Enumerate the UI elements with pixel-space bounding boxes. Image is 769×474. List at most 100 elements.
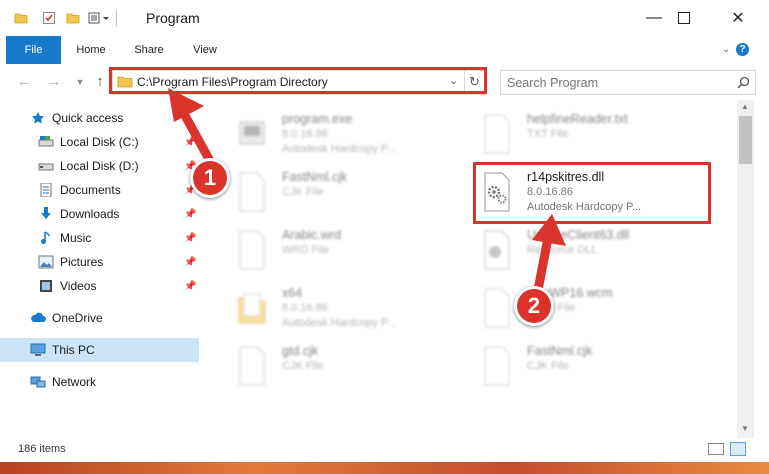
- pin-icon[interactable]: 📌: [184, 257, 196, 268]
- file-list: program.exe 8.0.16.86 Autodesk Hardcopy …: [210, 100, 737, 438]
- nav-downloads[interactable]: Downloads 📌: [0, 202, 200, 226]
- star-icon: [31, 111, 45, 124]
- nav-label: OneDrive: [52, 311, 103, 325]
- forward-button[interactable]: →: [44, 72, 64, 92]
- search-input[interactable]: [501, 71, 739, 94]
- expand-ribbon-icon[interactable]: ⌄: [722, 44, 730, 55]
- file-name: x64: [282, 286, 303, 300]
- up-arrow-icon: ↑: [96, 73, 104, 90]
- file-detail: CJK File: [527, 360, 569, 372]
- forward-arrow-icon: →: [46, 73, 62, 90]
- document-icon: [239, 230, 265, 270]
- large-icons-view-icon[interactable]: [730, 442, 746, 456]
- videos-icon: [40, 280, 52, 292]
- tab-home[interactable]: Home: [68, 36, 114, 64]
- back-arrow-icon: ←: [16, 73, 32, 90]
- up-button[interactable]: ↑: [90, 72, 110, 92]
- nav-label: Local Disk (C:): [60, 135, 139, 149]
- minimize-icon: —: [646, 9, 662, 26]
- file-detail: 8.0.16.86: [282, 128, 328, 140]
- tab-share[interactable]: Share: [126, 36, 172, 64]
- scroll-up-icon[interactable]: ▲: [741, 102, 749, 111]
- nav-label: Documents: [60, 183, 121, 197]
- pictures-icon: [38, 255, 54, 269]
- file-detail: CJK File: [282, 360, 324, 372]
- computer-icon: [30, 343, 46, 356]
- back-button[interactable]: ←: [14, 72, 34, 92]
- nav-label: Pictures: [60, 255, 104, 269]
- nav-onedrive[interactable]: OneDrive: [0, 306, 200, 330]
- file-item[interactable]: FastNml.cjk CJK File: [465, 340, 695, 398]
- file-description: Autodesk Hardcopy P...: [282, 317, 397, 329]
- maximize-button[interactable]: [661, 0, 707, 36]
- step-badge-2: 2: [514, 286, 554, 326]
- new-folder-icon[interactable]: [66, 11, 80, 25]
- file-name: gtd.cjk: [282, 344, 319, 358]
- nav-label: Network: [52, 375, 97, 389]
- title-bar: Program — ✕: [0, 0, 769, 36]
- file-item[interactable]: helpfineReader.txt TXT File: [465, 108, 695, 166]
- drive-icon: [38, 136, 54, 147]
- vertical-scrollbar[interactable]: ▲ ▼: [737, 100, 754, 438]
- document-icon: [239, 346, 265, 386]
- nav-network[interactable]: Network: [0, 370, 200, 394]
- ribbon-tabs: File Home Share View ⌄ ?: [0, 36, 769, 94]
- desktop-background: [0, 462, 769, 474]
- search-box[interactable]: [500, 70, 756, 95]
- file-detail: TXT File: [527, 128, 569, 140]
- recent-locations-button[interactable]: ▼: [70, 72, 90, 92]
- pin-icon[interactable]: 📌: [184, 281, 196, 292]
- document-icon: [484, 114, 510, 154]
- music-icon: [41, 231, 50, 244]
- file-item[interactable]: Arabic.wrd WRD File: [220, 224, 450, 282]
- document-icon: [484, 346, 510, 386]
- window-title: Program: [146, 10, 200, 26]
- network-icon: [30, 376, 46, 388]
- scroll-down-icon[interactable]: ▼: [741, 424, 749, 433]
- file-name: FastNml.cjk: [282, 170, 348, 184]
- nav-label: Videos: [60, 279, 97, 293]
- maximize-icon: [678, 12, 690, 24]
- nav-videos[interactable]: Videos 📌: [0, 274, 200, 298]
- nav-this-pc[interactable]: This PC: [0, 338, 199, 362]
- dll-gear-icon: [484, 230, 510, 270]
- close-button[interactable]: ✕: [715, 0, 761, 36]
- file-item[interactable]: x64 8.0.16.86 Autodesk Hardcopy P...: [220, 282, 450, 340]
- nav-pictures[interactable]: Pictures 📌: [0, 250, 200, 274]
- nav-label: Music: [60, 231, 92, 245]
- nav-label: This PC: [52, 343, 95, 357]
- file-name: FastNml.cjk: [527, 344, 593, 358]
- file-explorer-window: Program — ✕ File Home Share View ⌄ ? ← →…: [0, 0, 769, 474]
- file-detail: WRD File: [282, 244, 330, 256]
- nav-music[interactable]: Music 📌: [0, 226, 200, 250]
- help-icon[interactable]: ?: [736, 43, 749, 56]
- file-name: program.exe: [282, 112, 353, 126]
- cloud-icon: [31, 312, 46, 322]
- toolbar-divider: [116, 10, 117, 26]
- folder-icon[interactable]: [14, 11, 28, 25]
- quick-access-toolbar: [14, 9, 117, 27]
- documents-icon: [40, 183, 52, 197]
- scroll-thumb[interactable]: [739, 116, 752, 164]
- file-item[interactable]: gtd.cjk CJK File: [220, 340, 450, 398]
- details-view-icon[interactable]: [708, 443, 724, 455]
- pin-icon[interactable]: 📌: [184, 233, 196, 244]
- tab-view[interactable]: View: [182, 36, 228, 64]
- search-icon: [737, 76, 750, 89]
- nav-label: Quick access: [52, 111, 124, 125]
- chevron-down-icon: ▼: [75, 77, 85, 87]
- close-icon: ✕: [731, 10, 745, 27]
- folder-icon: [238, 293, 266, 324]
- drive-icon: [38, 163, 54, 171]
- status-bar: 186 items: [0, 438, 769, 462]
- file-name: Arabic.wrd: [282, 228, 342, 242]
- pin-icon[interactable]: 📌: [184, 209, 196, 220]
- step-badge-1: 1: [190, 158, 230, 198]
- document-icon: [484, 288, 510, 328]
- nav-label: Downloads: [60, 207, 120, 221]
- file-detail: CJK File: [282, 186, 324, 198]
- properties-icon[interactable]: [42, 11, 56, 25]
- file-name: helpfineReader.txt: [527, 112, 628, 126]
- nav-label: Local Disk (D:): [60, 159, 139, 173]
- view-menu-icon[interactable]: [88, 11, 110, 25]
